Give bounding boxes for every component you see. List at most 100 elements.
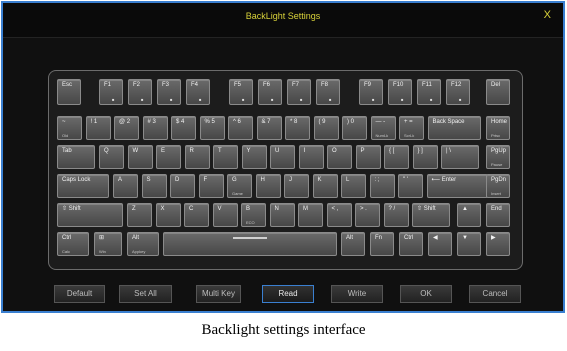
key-semicolon[interactable]: : ; (369, 174, 395, 198)
media-function-icon: ■ (170, 97, 173, 102)
key-n9[interactable]: ( 9 (313, 116, 339, 140)
key-lctrl[interactable]: Ctrl Calc (57, 232, 89, 256)
key-f10[interactable]: F10 ■ (388, 79, 412, 105)
cancel-button[interactable]: Cancel (469, 285, 521, 303)
key-home[interactable]: Home Prtsc (486, 116, 510, 140)
key-label: A (118, 177, 123, 183)
key-f1[interactable]: F1 ■ (99, 79, 123, 105)
key-f2[interactable]: F2 ■ (128, 79, 152, 105)
key-up[interactable]: ▲ (457, 203, 481, 227)
key-y[interactable]: Y (241, 145, 267, 169)
key-label: ! 1 (90, 119, 98, 125)
key-label: O (332, 148, 337, 154)
key-comma[interactable]: < , (326, 203, 352, 227)
key-b[interactable]: B ECO (241, 203, 266, 227)
key-rbracket[interactable]: } ] (412, 145, 438, 169)
key-f[interactable]: F (198, 174, 224, 198)
key-label: W (132, 148, 139, 154)
key-end[interactable]: End (486, 203, 510, 227)
key-equal[interactable]: + = ScrLk (399, 116, 424, 140)
key-win[interactable]: ⊞ Win (94, 232, 122, 256)
key-pgup[interactable]: PgUp Pause (486, 145, 510, 169)
key-c[interactable]: C (184, 203, 209, 227)
key-label: F6 (263, 82, 271, 88)
key-lshift[interactable]: ⇧ Shift (57, 203, 123, 227)
key-n1[interactable]: ! 1 (85, 116, 111, 140)
key-down[interactable]: ▼ (457, 232, 481, 256)
key-o[interactable]: O (327, 145, 352, 169)
key-j[interactable]: J (284, 174, 309, 198)
key-fn[interactable]: Fn (370, 232, 394, 256)
key-n6[interactable]: ^ 6 (228, 116, 253, 140)
key-x[interactable]: X (155, 203, 181, 227)
key-label: Caps Lock (62, 177, 91, 183)
key-lalt[interactable]: Alt Appkey (127, 232, 159, 256)
multi-key-button[interactable]: Multi Key (196, 285, 241, 303)
key-f5[interactable]: F5 ■ (229, 79, 253, 105)
key-z[interactable]: Z (127, 203, 152, 227)
key-rctrl[interactable]: Ctrl (399, 232, 423, 256)
key-quote[interactable]: " ' (398, 174, 423, 198)
key-slash[interactable]: ? / (383, 203, 409, 227)
key-f8[interactable]: F8 ■ (316, 79, 340, 105)
key-u[interactable]: U (270, 145, 295, 169)
key-l[interactable]: L (341, 174, 366, 198)
key-k[interactable]: K (312, 174, 338, 198)
key-n5[interactable]: % 5 (199, 116, 225, 140)
key-i[interactable]: I (298, 145, 324, 169)
close-button[interactable]: X (544, 9, 551, 21)
key-space[interactable] (163, 232, 337, 256)
media-function-icon: ■ (271, 97, 274, 102)
key-n7[interactable]: & 7 (256, 116, 282, 140)
key-r[interactable]: R (184, 145, 210, 169)
key-lbracket[interactable]: { [ (384, 145, 409, 169)
key-enter[interactable]: ⟵ Enter (426, 174, 488, 198)
key-backslash[interactable]: | \ (441, 145, 479, 169)
key-f4[interactable]: F4 ■ (186, 79, 210, 105)
key-n4[interactable]: $ 4 (171, 116, 196, 140)
key-n[interactable]: N (269, 203, 295, 227)
key-h[interactable]: H (255, 174, 281, 198)
key-p[interactable]: P (355, 145, 381, 169)
key-w[interactable]: W (127, 145, 153, 169)
key-f12[interactable]: F12 ■ (446, 79, 470, 105)
key-f3[interactable]: F3 ■ (157, 79, 181, 105)
key-t[interactable]: T (213, 145, 238, 169)
key-g[interactable]: G Game (227, 174, 252, 198)
key-f9[interactable]: F9 ■ (359, 79, 383, 105)
key-a[interactable]: A (113, 174, 138, 198)
read-button[interactable]: Read (262, 285, 314, 303)
key-esc[interactable]: Esc (57, 79, 81, 105)
key-v[interactable]: V (212, 203, 238, 227)
key-d[interactable]: D (170, 174, 195, 198)
key-pgdn[interactable]: PgDn Insert (486, 174, 510, 198)
key-n3[interactable]: # 3 (142, 116, 168, 140)
key-q[interactable]: Q (99, 145, 124, 169)
key-backspace[interactable]: Back Space (427, 116, 481, 140)
key-capslock[interactable]: Caps Lock (57, 174, 109, 198)
key-label: { [ (389, 148, 395, 154)
key-n0[interactable]: ) 0 (342, 116, 367, 140)
key-f11[interactable]: F11 ■ (417, 79, 441, 105)
default-button[interactable]: Default (54, 285, 105, 303)
key-n2[interactable]: @ 2 (114, 116, 139, 140)
key-period[interactable]: > . (355, 203, 380, 227)
key-left[interactable]: ◀ (428, 232, 452, 256)
key-label: ▼ (462, 235, 468, 241)
key-f7[interactable]: F7 ■ (287, 79, 311, 105)
key-right[interactable]: ▶ (486, 232, 510, 256)
ok-button[interactable]: OK (400, 285, 452, 303)
key-m[interactable]: M (298, 203, 323, 227)
key-rshift[interactable]: ⇧ Shift (412, 203, 450, 227)
key-del[interactable]: Del (486, 79, 510, 105)
key-n8[interactable]: * 8 (285, 116, 310, 140)
write-button[interactable]: Write (331, 285, 383, 303)
key-ralt[interactable]: Alt (341, 232, 365, 256)
key-s[interactable]: S (141, 174, 167, 198)
key-tilde[interactable]: ~ Old (57, 116, 82, 140)
key-tab[interactable]: Tab (57, 145, 95, 169)
key-f6[interactable]: F6 ■ (258, 79, 282, 105)
key-minus[interactable]: — - NumLk (370, 116, 396, 140)
set-all-button[interactable]: Set All (119, 285, 172, 303)
key-e[interactable]: E (156, 145, 181, 169)
